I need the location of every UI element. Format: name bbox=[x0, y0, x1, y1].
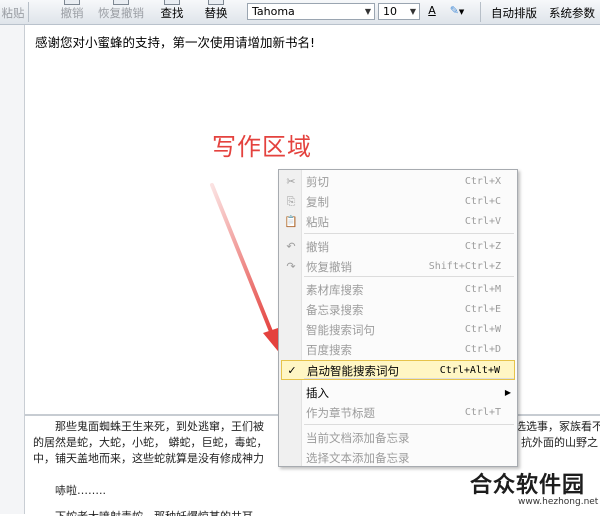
menu-item-shortcut: Ctrl+C bbox=[464, 196, 501, 207]
menu-separator bbox=[304, 276, 514, 277]
menu-item[interactable]: 备忘录搜索 Ctrl+E bbox=[279, 300, 517, 320]
menu-item[interactable]: ✂ 剪切 Ctrl+X bbox=[279, 172, 517, 192]
menu-item-shortcut: Ctrl+D bbox=[464, 344, 501, 355]
menu-item-label: 备忘录搜索 bbox=[306, 303, 364, 317]
menu-item-label: 素材库搜索 bbox=[306, 283, 364, 297]
menu-separator bbox=[304, 378, 514, 379]
menu-separator bbox=[304, 424, 514, 425]
menu-item-label: 插入 bbox=[306, 386, 329, 400]
copy-icon: ⎘ bbox=[286, 195, 296, 208]
menu-item-shortcut: Ctrl+W bbox=[464, 324, 501, 335]
menu-item-shortcut: Ctrl+M bbox=[464, 284, 501, 295]
menu-item-shortcut: Ctrl+Z bbox=[464, 241, 501, 252]
undo-icon: ↶ bbox=[286, 240, 296, 253]
menu-item[interactable]: 📋 粘贴 Ctrl+V bbox=[279, 212, 517, 232]
menu-item[interactable]: ↷ 恢复撤销 Shift+Ctrl+Z bbox=[279, 257, 517, 277]
menu-item[interactable]: 素材库搜索 Ctrl+M bbox=[279, 280, 517, 300]
menu-item-label: 粘贴 bbox=[306, 215, 329, 229]
redo-icon: ↷ bbox=[286, 260, 296, 273]
menu-item-label: 智能搜索词句 bbox=[306, 323, 375, 337]
menu-item-label: 当前文档添加备忘录 bbox=[306, 431, 410, 445]
menu-item-shortcut: Ctrl+E bbox=[464, 304, 501, 315]
menu-item-label: 恢复撤销 bbox=[306, 260, 352, 274]
watermark-title: 合众软件园 bbox=[470, 473, 586, 498]
context-menu: ✂ 剪切 Ctrl+X ⎘ 复制 Ctrl+C 📋 粘贴 Ctrl+V ↶ 撤销 Ctrl+Z ↷ 恢复撤… bbox=[278, 169, 518, 467]
submenu-arrow-icon: ▶ bbox=[504, 388, 511, 397]
menu-item-label: 复制 bbox=[306, 195, 329, 209]
scissors-icon: ✂ bbox=[286, 175, 296, 188]
menu-item-label: 剪切 bbox=[306, 175, 329, 189]
menu-item[interactable]: 作为章节标题 Ctrl+T bbox=[279, 403, 517, 423]
checkmark-icon: ✓ bbox=[287, 364, 297, 377]
watermark-url: www.hezhong.net bbox=[518, 497, 599, 507]
menu-item-label: 作为章节标题 bbox=[306, 406, 375, 420]
menu-item-shortcut: Ctrl+V bbox=[464, 216, 501, 227]
menu-item-label: 百度搜索 bbox=[306, 343, 352, 357]
watermark: 合众软件园 www.hezhong.net bbox=[470, 467, 598, 512]
menu-item[interactable]: 百度搜索 Ctrl+D bbox=[279, 340, 517, 360]
menu-item-label: 选择文本添加备忘录 bbox=[306, 451, 410, 465]
clipboard-icon: 📋 bbox=[284, 215, 298, 228]
menu-separator bbox=[304, 233, 514, 234]
menu-item[interactable]: 选择文本添加备忘录 bbox=[279, 448, 517, 468]
menu-item[interactable]: 当前文档添加备忘录 bbox=[279, 428, 517, 448]
menu-item[interactable]: ⎘ 复制 Ctrl+C bbox=[279, 192, 517, 212]
menu-item-shortcut: Ctrl+T bbox=[464, 407, 501, 418]
menu-item-shortcut: Ctrl+X bbox=[464, 176, 501, 187]
menu-item-shortcut: Shift+Ctrl+Z bbox=[428, 261, 501, 272]
menu-item[interactable]: ✓ 启动智能搜索词句 Ctrl+Alt+W bbox=[281, 360, 515, 380]
menu-item-label: 撤销 bbox=[306, 240, 329, 254]
menu-item[interactable]: ↶ 撤销 Ctrl+Z bbox=[279, 237, 517, 257]
menu-item[interactable]: 插入 ▶ bbox=[279, 383, 517, 403]
menu-item[interactable]: 智能搜索词句 Ctrl+W bbox=[279, 320, 517, 340]
